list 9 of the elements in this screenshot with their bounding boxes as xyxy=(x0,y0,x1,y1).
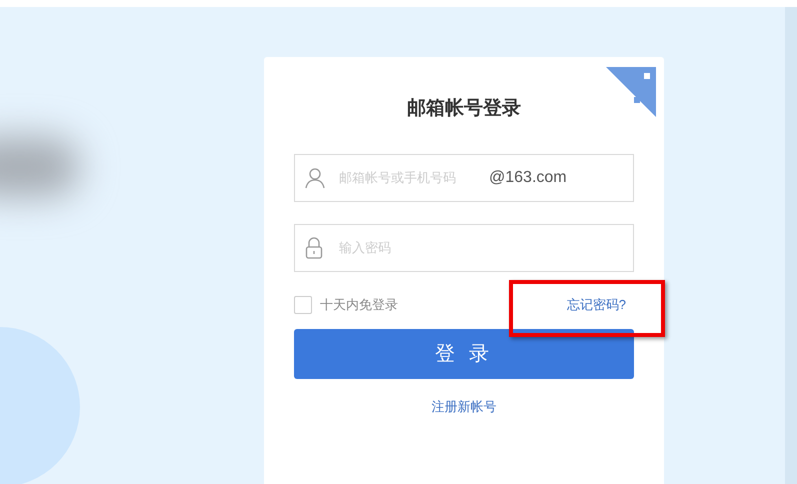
register-link[interactable]: 注册新帐号 xyxy=(432,396,496,416)
user-icon xyxy=(305,166,325,188)
forgot-password-link[interactable]: 忘记密码? xyxy=(566,294,626,314)
domain-suffix: @163.com xyxy=(489,168,567,188)
login-title: 邮箱帐号登录 xyxy=(407,97,521,121)
remember-label: 十天内免登录 xyxy=(320,296,398,314)
login-button[interactable]: 登 录 xyxy=(294,328,634,378)
remember-checkbox[interactable] xyxy=(294,296,312,314)
lock-icon xyxy=(305,236,323,258)
